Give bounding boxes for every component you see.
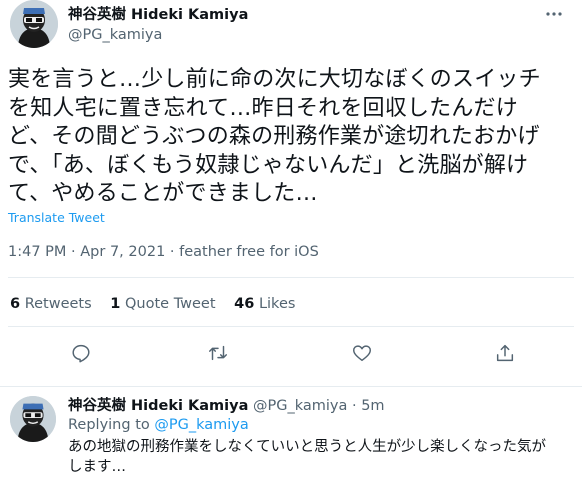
reply-header: 神谷英樹 Hideki Kamiya @PG_kamiya · 5m (68, 394, 385, 415)
like-icon[interactable] (347, 338, 377, 368)
reply-text: あの地獄の刑務作業をしなくていいと思うと人生が少し楽しくなった気が します… (68, 438, 578, 477)
reply-text-line: あの地獄の刑務作業をしなくていいと思うと人生が少し楽しくなった気が (68, 439, 547, 455)
translate-tweet-link[interactable]: Translate Tweet (8, 210, 105, 225)
reply-text-line: します… (68, 458, 126, 475)
tweet-text-line: で、「あ、ぼくもう奴隷じゃないんだ」と洗脳が解け (8, 152, 529, 178)
quote-tweets-stat[interactable]: 1 Quote Tweet (110, 296, 215, 312)
user-handle[interactable]: @PG_kamiya (68, 26, 248, 45)
more-options-icon[interactable] (542, 2, 566, 26)
tweet-text-line: を知人宅に置き忘れて…昨日それを回収したんだけ (8, 95, 518, 121)
tweet-text: 実を言うと…少し前に命の次に大切なぼくのスイッチ を知人宅に置き忘れて…昨日それ… (8, 66, 574, 209)
share-icon[interactable] (490, 338, 520, 368)
action-bar (0, 338, 582, 372)
replying-to: Replying to @PG_kamiya (68, 417, 249, 433)
tweet-text-line: て、やめることができました… (8, 181, 318, 206)
reply-display-name[interactable]: 神谷英樹 Hideki Kamiya (68, 398, 248, 414)
divider (8, 326, 574, 327)
avatar[interactable] (10, 396, 56, 442)
avatar[interactable] (10, 0, 58, 48)
reply-icon[interactable] (66, 338, 96, 368)
reply-tweet[interactable]: 神谷英樹 Hideki Kamiya @PG_kamiya · 5m Reply… (0, 386, 582, 479)
tweet-text-line: ど、その間どうぶつの森の刑務作業が途切れたおかげ (8, 124, 540, 149)
divider (8, 277, 574, 278)
separator-dot: · (347, 398, 362, 414)
tweet-text-line: 実を言うと…少し前に命の次に大切なぼくのスイッチ (8, 67, 541, 92)
reply-time[interactable]: 5m (361, 398, 384, 414)
reply-handle[interactable]: @PG_kamiya (253, 398, 347, 414)
retweet-icon[interactable] (203, 338, 233, 368)
likes-stat[interactable]: 46 Likes (234, 296, 295, 312)
retweets-stat[interactable]: 6 Retweets (10, 296, 92, 312)
tweet-stats: 6 Retweets 1 Quote Tweet 46 Likes (10, 296, 309, 312)
tweet-timestamp[interactable]: 1:47 PM · Apr 7, 2021 · feather free for… (8, 244, 319, 260)
replying-to-handle-link[interactable]: @PG_kamiya (154, 417, 248, 433)
main-tweet: 神谷英樹 Hideki Kamiya @PG_kamiya 実を言うと…少し前に… (0, 0, 582, 386)
display-name[interactable]: 神谷英樹 Hideki Kamiya (68, 6, 248, 25)
replying-to-label: Replying to (68, 417, 150, 433)
